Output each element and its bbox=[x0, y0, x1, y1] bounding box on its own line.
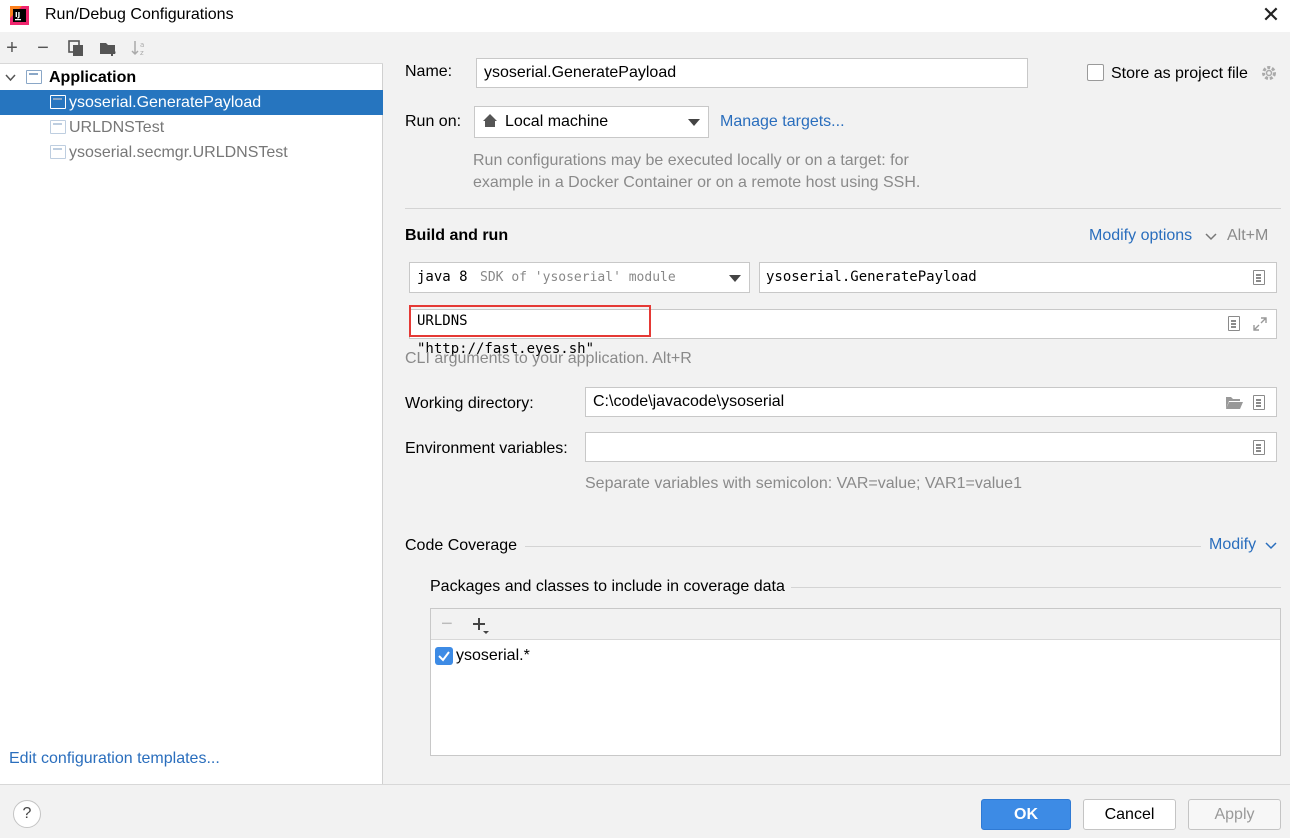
store-as-project-label: Store as project file bbox=[1111, 65, 1248, 82]
jdk-main: java 8 bbox=[417, 269, 468, 285]
build-run-title: Build and run bbox=[405, 227, 509, 244]
package-checkbox[interactable] bbox=[435, 647, 453, 665]
tree-item-label: ysoserial.secmgr.URLDNSTest bbox=[69, 144, 288, 161]
jdk-select[interactable]: java 8 SDK of 'ysoserial' module bbox=[409, 262, 750, 293]
title-bar: IJ Run/Debug Configurations ✕ bbox=[0, 0, 1290, 32]
run-on-label: Run on: bbox=[405, 113, 462, 130]
run-on-hint-line-1: Run configurations may be executed local… bbox=[473, 152, 909, 169]
cancel-button[interactable]: Cancel bbox=[1083, 799, 1176, 830]
chevron-down-icon bbox=[1205, 233, 1217, 241]
jdk-sub: SDK of 'ysoserial' module bbox=[480, 270, 676, 285]
divider bbox=[525, 546, 1201, 547]
chevron-down-icon[interactable] bbox=[5, 73, 16, 82]
help-icon[interactable]: ? bbox=[13, 800, 41, 828]
home-icon bbox=[483, 114, 497, 127]
tree-item-urldnstest[interactable]: URLDNSTest bbox=[0, 115, 383, 140]
env-hint: Separate variables with semicolon: VAR=v… bbox=[585, 475, 1022, 492]
packages-toolbar: − bbox=[431, 609, 1280, 640]
check-icon bbox=[438, 651, 450, 662]
copy-icon[interactable] bbox=[66, 38, 86, 58]
chevron-down-icon bbox=[729, 275, 741, 282]
name-field[interactable]: ysoserial.GeneratePayload bbox=[476, 58, 1028, 88]
tree-group-application[interactable]: Application bbox=[0, 65, 383, 90]
package-item-label: ysoserial.* bbox=[456, 647, 530, 664]
working-directory-field[interactable]: C:\code\javacode\ysoserial bbox=[585, 387, 1277, 417]
remove-icon[interactable]: − bbox=[33, 38, 53, 58]
manage-targets-link[interactable]: Manage targets... bbox=[720, 113, 845, 131]
apply-button[interactable]: Apply bbox=[1188, 799, 1281, 830]
environment-variables-label: Environment variables: bbox=[405, 440, 568, 457]
name-label: Name: bbox=[405, 63, 453, 80]
tree-toolbar: + − a z bbox=[0, 32, 383, 64]
edit-env-icon[interactable] bbox=[1253, 440, 1265, 455]
run-config-icon bbox=[50, 120, 66, 134]
add-package-icon[interactable] bbox=[472, 617, 490, 635]
maximize-icon[interactable] bbox=[1252, 316, 1268, 332]
svg-text:a: a bbox=[140, 41, 144, 49]
chevron-down-icon bbox=[688, 119, 700, 126]
run-config-icon bbox=[50, 95, 66, 109]
program-arguments-highlight[interactable]: URLDNS "http://fast.eyes.sh" bbox=[409, 305, 651, 357]
packages-list: − ysoserial.* bbox=[430, 608, 1281, 756]
new-folder-icon[interactable] bbox=[98, 38, 118, 58]
folder-open-icon[interactable] bbox=[1225, 395, 1243, 410]
tree-group-label: Application bbox=[49, 69, 137, 86]
add-icon[interactable]: + bbox=[2, 38, 22, 58]
packages-title: Packages and classes to include in cover… bbox=[430, 578, 785, 595]
ok-button[interactable]: OK bbox=[981, 799, 1071, 830]
modify-options-link[interactable]: Modify options bbox=[1089, 227, 1192, 245]
tree-item-generatepayload[interactable]: ysoserial.GeneratePayload bbox=[0, 90, 383, 115]
application-icon bbox=[26, 70, 42, 84]
divider bbox=[791, 587, 1281, 588]
sort-icon[interactable]: a z bbox=[130, 38, 150, 58]
chevron-down-icon bbox=[1265, 542, 1277, 550]
dialog-button-bar: ? OK Cancel Apply bbox=[0, 784, 1290, 838]
browse-directory-icon[interactable] bbox=[1253, 395, 1265, 410]
intellij-app-icon: IJ bbox=[10, 6, 29, 25]
divider bbox=[405, 208, 1281, 209]
coverage-modify-link[interactable]: Modify bbox=[1209, 536, 1256, 554]
code-coverage-title: Code Coverage bbox=[405, 537, 518, 554]
run-config-icon bbox=[50, 145, 66, 159]
store-as-project-checkbox[interactable] bbox=[1087, 64, 1104, 81]
tree-item-label: URLDNSTest bbox=[69, 119, 165, 136]
modify-options-shortcut: Alt+M bbox=[1227, 227, 1269, 244]
run-on-hint-line-2: example in a Docker Container or on a re… bbox=[473, 174, 921, 191]
svg-text:z: z bbox=[140, 49, 144, 57]
browse-class-icon[interactable] bbox=[1253, 270, 1265, 285]
run-on-select[interactable]: Local machine bbox=[474, 106, 709, 138]
close-icon[interactable]: ✕ bbox=[1258, 2, 1284, 28]
configuration-tree-pane: + − a z Application ysoserial.GeneratePa… bbox=[0, 32, 383, 784]
working-directory-label: Working directory: bbox=[405, 395, 534, 412]
environment-variables-field[interactable] bbox=[585, 432, 1277, 462]
gear-icon[interactable] bbox=[1260, 64, 1278, 82]
tree-item-label: ysoserial.GeneratePayload bbox=[69, 94, 262, 111]
tree-item-secmgr-urldnstest[interactable]: ysoserial.secmgr.URLDNSTest bbox=[0, 140, 383, 165]
run-on-value: Local machine bbox=[505, 113, 609, 130]
window-title: Run/Debug Configurations bbox=[45, 6, 234, 23]
edit-templates-link[interactable]: Edit configuration templates... bbox=[9, 750, 220, 768]
cli-hint: CLI arguments to your application. Alt+R bbox=[405, 350, 692, 367]
configuration-form: Name: ysoserial.GeneratePayload Store as… bbox=[384, 32, 1290, 784]
expand-text-icon[interactable] bbox=[1228, 316, 1240, 331]
svg-text:IJ: IJ bbox=[15, 11, 20, 19]
remove-package-icon[interactable]: − bbox=[441, 613, 453, 636]
main-class-field[interactable]: ysoserial.GeneratePayload bbox=[759, 262, 1277, 293]
